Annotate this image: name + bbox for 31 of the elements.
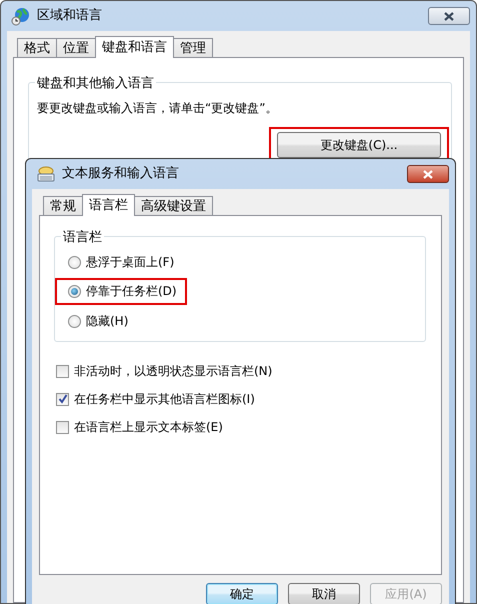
cancel-button[interactable]: 取消 bbox=[288, 583, 360, 604]
tab[interactable]: 常规 bbox=[43, 196, 83, 215]
tab[interactable]: 键盘和语言 bbox=[95, 36, 174, 58]
globe-icon bbox=[11, 6, 31, 26]
instruction-text: 要更改键盘或输入语言，请单击“更改键盘”。 bbox=[37, 100, 278, 117]
tab[interactable]: 语言栏 bbox=[82, 194, 135, 216]
tab[interactable]: 高级键设置 bbox=[134, 196, 213, 215]
tab[interactable]: 格式 bbox=[17, 38, 57, 57]
radio-label[interactable]: 悬浮于桌面上(F) bbox=[86, 253, 174, 271]
ok-button[interactable]: 确定 bbox=[206, 583, 278, 604]
close-icon bbox=[423, 170, 433, 178]
radio-button[interactable] bbox=[68, 284, 81, 298]
change-keyboard-button[interactable]: 更改键盘(C)... bbox=[277, 132, 441, 158]
radio-button[interactable] bbox=[68, 256, 81, 268]
close-button[interactable] bbox=[428, 7, 470, 25]
radio-label[interactable]: 隐藏(H) bbox=[86, 312, 128, 330]
checkbox[interactable] bbox=[56, 392, 69, 406]
close-icon bbox=[444, 12, 454, 20]
checkbox[interactable] bbox=[56, 420, 69, 434]
tab[interactable]: 位置 bbox=[56, 38, 96, 57]
close-button[interactable] bbox=[407, 165, 449, 183]
checkbox-label[interactable]: 在语言栏上显示文本标签(E) bbox=[74, 418, 223, 436]
radio-label[interactable]: 停靠于任务栏(D) bbox=[86, 282, 177, 300]
keyboard-icon bbox=[36, 165, 56, 183]
dialog-title: 文本服务和输入语言 bbox=[62, 165, 179, 184]
checkbox-label[interactable]: 非活动时，以透明状态显示语言栏(N) bbox=[74, 362, 272, 380]
tab[interactable]: 管理 bbox=[173, 38, 213, 57]
checkbox-label[interactable]: 在任务栏中显示其他语言栏图标(I) bbox=[74, 390, 255, 408]
window-title: 区域和语言 bbox=[37, 7, 102, 26]
checkbox[interactable] bbox=[56, 364, 69, 378]
radio-button[interactable] bbox=[68, 314, 81, 328]
